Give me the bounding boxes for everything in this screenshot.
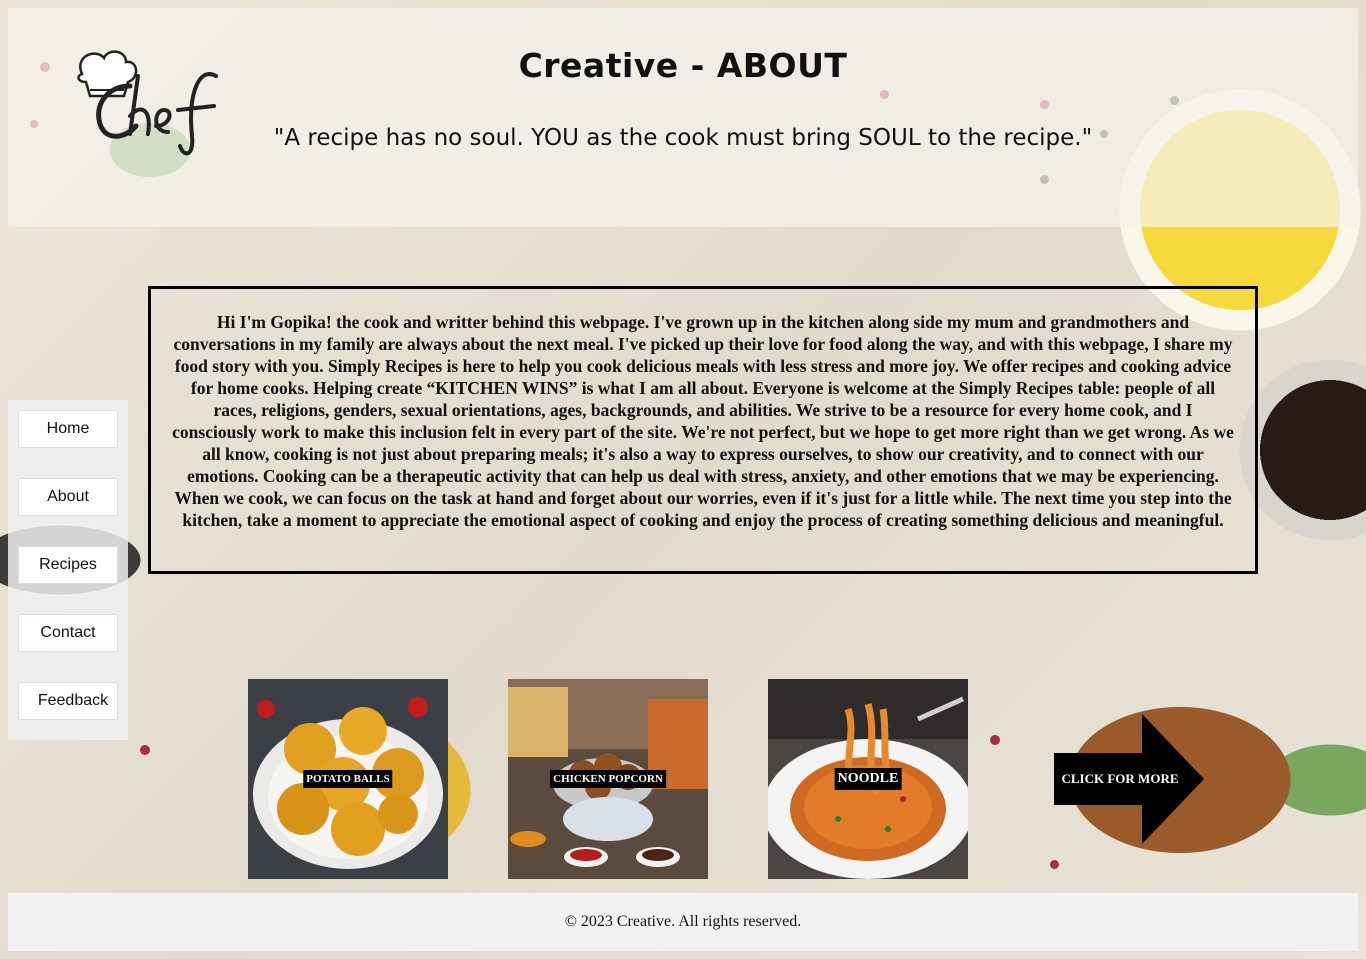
sidebar-item-recipes[interactable]: Recipes <box>18 546 118 584</box>
sidebar-item-contact[interactable]: Contact <box>18 614 118 652</box>
recipe-card-chicken-popcorn[interactable]: CHICKEN POPCORN <box>508 679 708 879</box>
recipe-card-potato-balls[interactable]: POTATO BALLS <box>248 679 448 879</box>
about-paragraph: Hi I'm Gopika! the cook and writter behi… <box>172 312 1234 530</box>
recipe-card-label: CHICKEN POPCORN <box>550 770 666 788</box>
sidebar-item-home[interactable]: Home <box>18 410 118 448</box>
sidebar-nav: Home About Recipes Contact Feedback <box>8 400 128 740</box>
recipe-card-label: NOODLE <box>834 768 902 790</box>
about-text-box: Hi I'm Gopika! the cook and writter behi… <box>148 286 1258 574</box>
sidebar-item-feedback[interactable]: Feedback <box>18 682 118 720</box>
footer: © 2023 Creative. All rights reserved. <box>8 893 1358 951</box>
click-for-more-button[interactable]: CLICK FOR MORE <box>1054 753 1186 805</box>
recipe-card-label: POTATO BALLS <box>303 770 393 788</box>
recipe-card-noodle[interactable]: NOODLE <box>768 679 968 879</box>
footer-copyright: © 2023 Creative. All rights reserved. <box>564 913 802 930</box>
page-title: Creative - ABOUT <box>518 46 848 85</box>
header-quote: "A recipe has no soul. YOU as the cook m… <box>273 125 1093 151</box>
sidebar-item-about[interactable]: About <box>18 478 118 516</box>
